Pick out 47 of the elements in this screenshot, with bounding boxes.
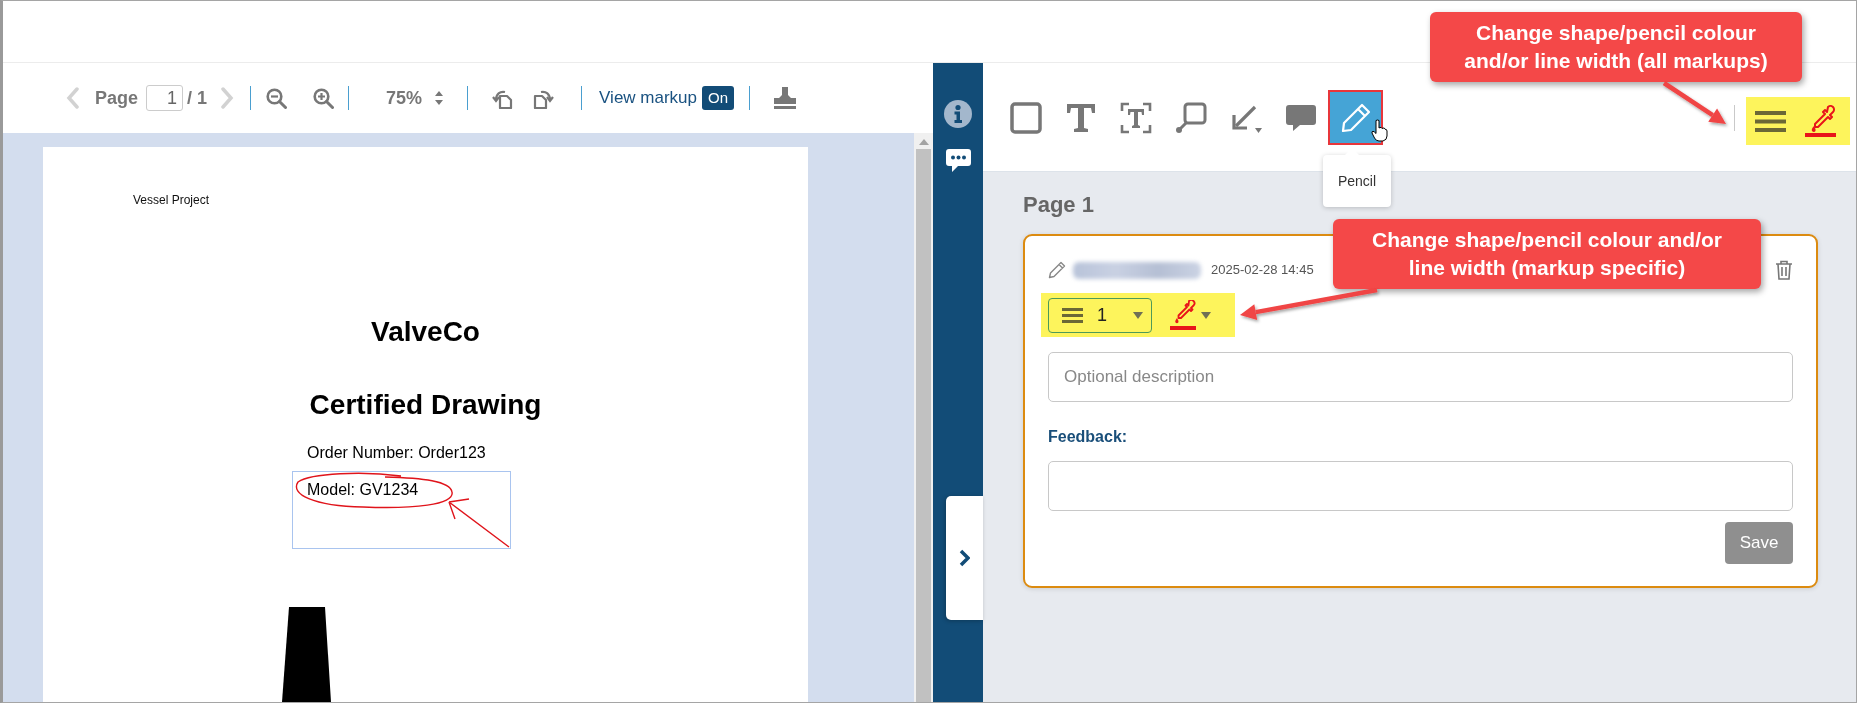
chat-icon[interactable]: [944, 148, 972, 173]
stamp-icon[interactable]: [772, 86, 799, 110]
document-heading: Certified Drawing: [309, 388, 542, 422]
page-label: Page: [95, 86, 139, 110]
markup-timestamp: 2025-02-28 14:45: [1211, 261, 1314, 280]
zoom-level[interactable]: 75%: [386, 84, 423, 112]
markup-selection-box[interactable]: Model: GV1234: [292, 471, 511, 549]
trash-icon[interactable]: [1775, 260, 1793, 280]
document-header: Vessel Project: [133, 193, 210, 207]
caret-icon: [1133, 311, 1143, 319]
colour-picker-button[interactable]: [1170, 300, 1211, 330]
dropper-icon: [1170, 300, 1196, 330]
spinner-icon[interactable]: [435, 91, 444, 105]
zoom-out-icon[interactable]: [266, 87, 288, 109]
document-text: Order Number: Order123: [307, 443, 486, 463]
document-heading: ValveCo: [371, 315, 480, 349]
caret-icon: [1201, 311, 1211, 319]
colour-picker-button[interactable]: [1804, 105, 1836, 137]
annotation-callout: Change shape/pencil colour and/or line width (markup specific): [1333, 219, 1761, 289]
pencil-icon: [1339, 101, 1372, 134]
hand-cursor-icon: [1371, 119, 1388, 142]
annotation-callout: Change shape/pencil colour and/or line width (all markups): [1430, 12, 1802, 82]
chevron-right-icon: [959, 549, 970, 567]
feedback-label: Feedback:: [1048, 427, 1129, 447]
description-field[interactable]: Optional description: [1048, 352, 1793, 402]
page-number-field[interactable]: 1: [146, 85, 184, 111]
line-width-select[interactable]: 1: [1048, 297, 1152, 333]
markup-toggle[interactable]: On: [702, 86, 735, 110]
page-total: / 1: [187, 86, 208, 110]
callout-icon: [1174, 101, 1207, 134]
pencil-tool-button[interactable]: [1328, 90, 1383, 145]
text-icon: [1064, 101, 1097, 134]
pencil-icon: [1048, 261, 1066, 279]
info-icon[interactable]: [944, 100, 972, 128]
scrollbar[interactable]: [914, 133, 933, 702]
document-text: Model: GV1234: [307, 481, 419, 498]
line-width-icon: [1062, 307, 1083, 323]
line-width-icon: [1755, 110, 1786, 132]
text-box-icon: [1119, 101, 1152, 134]
annotation-arrow: [1662, 81, 1726, 124]
dropper-icon: [1804, 105, 1836, 137]
page-heading: Page 1: [1023, 192, 1095, 218]
feedback-field[interactable]: [1048, 461, 1793, 511]
zoom-in-icon[interactable]: [313, 87, 335, 109]
view-markup-link[interactable]: View markup: [599, 85, 698, 111]
square-icon: [1009, 101, 1042, 134]
line-width-button[interactable]: [1755, 110, 1786, 132]
